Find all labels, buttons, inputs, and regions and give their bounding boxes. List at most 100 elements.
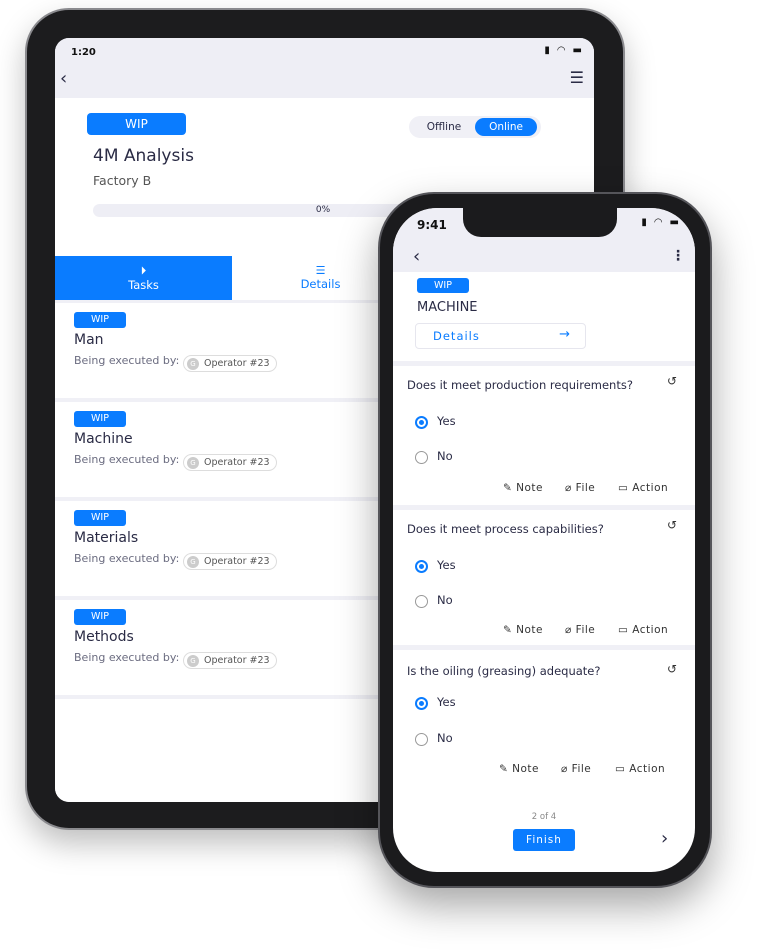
status-badge: WIP (417, 278, 469, 293)
file-label: File (575, 624, 596, 636)
file-button[interactable]: ⌀ File (561, 763, 591, 775)
operator-name: Operator #23 (204, 358, 270, 369)
radio-label: Yes (437, 695, 456, 709)
play-circle-icon: ⏵ (140, 264, 147, 277)
note-label: Note (512, 763, 540, 775)
page-subtitle: Factory B (93, 173, 152, 188)
tab-label: Tasks (128, 278, 159, 292)
executed-label: Being executed by: (74, 453, 180, 466)
chevron-right-icon[interactable]: › (661, 828, 668, 849)
pencil-icon: ✎ (503, 482, 513, 494)
executed-label: Being executed by: (74, 354, 180, 367)
radio-yes[interactable] (415, 697, 428, 710)
back-icon[interactable]: ‹ (413, 246, 420, 267)
details-button[interactable]: Details → (415, 323, 586, 349)
progress-label: 0% (315, 205, 331, 215)
arrow-right-icon: → (559, 327, 571, 342)
menu-icon[interactable]: ☰ (570, 68, 584, 87)
task-title: Methods (74, 629, 134, 645)
executed-label: Being executed by: (74, 651, 180, 664)
comment-alert-icon: ▭ (615, 763, 626, 775)
operator-chip: G Operator #23 (183, 652, 277, 669)
operator-name: Operator #23 (204, 457, 270, 468)
status-time: 9:41 (417, 218, 447, 232)
radio-label: Yes (437, 558, 456, 572)
action-button[interactable]: ▭ Action (615, 763, 665, 775)
question-text: Does it meet process capabilities? (407, 522, 604, 536)
history-icon[interactable]: ↺ (667, 518, 677, 532)
tab-tasks[interactable]: ⏵ Tasks (55, 256, 232, 300)
radio-label: No (437, 593, 453, 607)
pencil-icon: ✎ (503, 624, 513, 636)
question-text: Is the oiling (greasing) adequate? (407, 664, 601, 678)
file-label: File (575, 482, 596, 494)
operator-chip: G Operator #23 (183, 355, 277, 372)
comment-alert-icon: ▭ (618, 482, 629, 494)
operator-name: Operator #23 (204, 556, 270, 567)
question-text: Does it meet production requirements? (407, 378, 633, 392)
status-badge: WIP (87, 113, 186, 135)
more-vertical-icon[interactable]: ⋮ (671, 248, 685, 264)
paperclip-icon: ⌀ (561, 763, 568, 775)
radio-yes[interactable] (415, 560, 428, 573)
history-icon[interactable]: ↺ (667, 374, 677, 388)
task-title: Man (74, 332, 104, 348)
task-title: Materials (74, 530, 139, 546)
comment-alert-icon: ▭ (618, 624, 629, 636)
action-button[interactable]: ▭ Action (618, 624, 668, 636)
file-button[interactable]: ⌀ File (565, 624, 595, 636)
radio-yes[interactable] (415, 416, 428, 429)
avatar: G (187, 556, 199, 568)
paperclip-icon: ⌀ (565, 624, 572, 636)
radio-no[interactable] (415, 733, 428, 746)
pager-text: 2 of 4 (531, 812, 557, 822)
offline-option[interactable]: Offline (413, 118, 475, 136)
radio-no[interactable] (415, 451, 428, 464)
question-card: Does it meet production requirements? ↺ … (393, 361, 695, 506)
status-time: 1:20 (71, 47, 96, 58)
status-badge: WIP (74, 312, 126, 328)
status-badge: WIP (74, 609, 126, 625)
note-label: Note (516, 482, 544, 494)
radio-label: No (437, 731, 453, 745)
task-title: Machine (74, 431, 133, 447)
note-button[interactable]: ✎ Note (503, 624, 543, 636)
online-option[interactable]: Online (475, 118, 537, 136)
online-offline-toggle[interactable]: Offline Online (409, 116, 541, 138)
paperclip-icon: ⌀ (565, 482, 572, 494)
avatar: G (187, 457, 199, 469)
finish-button[interactable]: Finish (513, 829, 575, 851)
radio-label: Yes (437, 414, 456, 428)
note-label: Note (516, 624, 544, 636)
radio-label: No (437, 449, 453, 463)
question-card: Does it meet process capabilities? ↺ Yes… (393, 505, 695, 649)
note-button[interactable]: ✎ Note (503, 482, 543, 494)
avatar: G (187, 655, 199, 667)
operator-chip: G Operator #23 (183, 553, 277, 570)
file-label: File (571, 763, 592, 775)
note-button[interactable]: ✎ Note (499, 763, 539, 775)
status-icons: ▮ ◠ ▬ (544, 45, 584, 56)
avatar: G (187, 358, 199, 370)
radio-no[interactable] (415, 595, 428, 608)
status-badge: WIP (74, 411, 126, 427)
back-icon[interactable]: ‹ (60, 68, 67, 89)
phone-device: 9:41 ▮ ◠ ▬ ‹ ⋮ WIP MACHINE Details → Doe… (378, 192, 712, 888)
action-button[interactable]: ▭ Action (618, 482, 668, 494)
phone-screen: 9:41 ▮ ◠ ▬ ‹ ⋮ WIP MACHINE Details → Doe… (393, 208, 695, 872)
executed-label: Being executed by: (74, 552, 180, 565)
notch (463, 208, 617, 237)
file-button[interactable]: ⌀ File (565, 482, 595, 494)
task-title: MACHINE (417, 300, 478, 315)
action-label: Action (629, 763, 666, 775)
operator-name: Operator #23 (204, 655, 270, 666)
status-icons: ▮ ◠ ▬ (641, 217, 681, 228)
details-label: Details (433, 329, 480, 343)
history-icon[interactable]: ↺ (667, 662, 677, 676)
operator-chip: G Operator #23 (183, 454, 277, 471)
pencil-icon: ✎ (499, 763, 509, 775)
status-badge: WIP (74, 510, 126, 526)
action-label: Action (632, 624, 669, 636)
action-label: Action (632, 482, 669, 494)
question-card: Is the oiling (greasing) adequate? ↺ Yes… (393, 645, 695, 785)
